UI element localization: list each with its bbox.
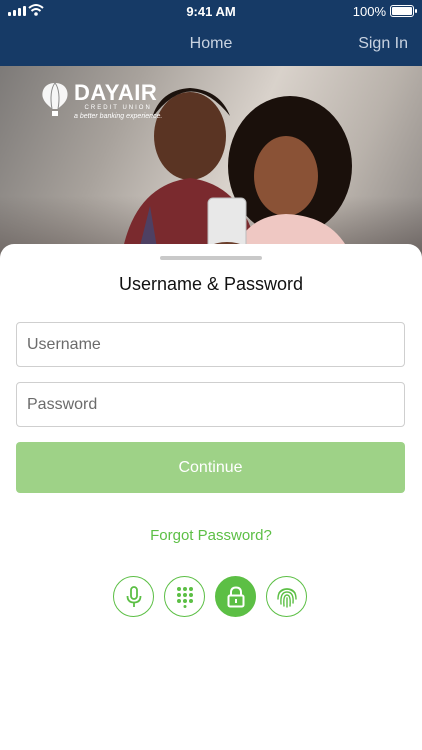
nav-bar: Home Sign In (0, 22, 422, 66)
forgot-password-link[interactable]: Forgot Password? (0, 527, 422, 544)
fingerprint-login-button[interactable] (266, 576, 307, 617)
password-input[interactable] (16, 382, 405, 427)
status-bar: 9:41 AM 100% (0, 0, 422, 22)
auth-method-selector (113, 576, 307, 617)
battery-icon (390, 5, 417, 17)
dayair-logo: DAYAIR CREDIT UNION a better banking exp… (40, 82, 162, 122)
voice-login-button[interactable] (113, 576, 154, 617)
keypad-icon (176, 586, 193, 608)
hero-banner: DAYAIR CREDIT UNION a better banking exp… (0, 66, 422, 266)
microphone-icon (126, 585, 141, 607)
sheet-drag-handle[interactable] (160, 256, 262, 260)
logo-sub-text: CREDIT UNION (84, 105, 152, 111)
nav-sign-in-link[interactable]: Sign In (358, 35, 408, 53)
continue-button[interactable]: Continue (16, 442, 405, 493)
lock-icon (227, 585, 244, 607)
battery-percentage: 100% (352, 4, 386, 19)
login-sheet: Username & Password Continue Forgot Pass… (0, 244, 422, 750)
pin-login-button[interactable] (164, 576, 205, 617)
username-input[interactable] (16, 322, 405, 367)
hot-air-balloon-icon (42, 82, 68, 116)
fingerprint-icon (276, 587, 297, 608)
logo-brand-text: DAYAIR (74, 80, 158, 105)
logo-tagline: a better banking experience. (74, 113, 163, 120)
login-title: Username & Password (118, 274, 304, 294)
password-login-button[interactable] (215, 576, 256, 617)
